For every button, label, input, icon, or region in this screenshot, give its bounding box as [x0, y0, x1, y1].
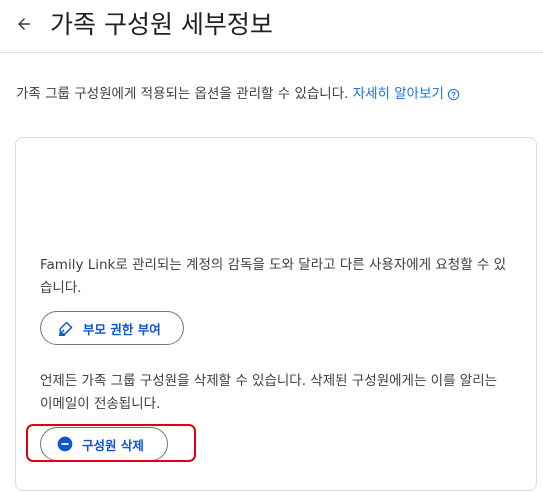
arrow-back-icon [15, 15, 33, 37]
grant-parent-permission-button[interactable]: 부모 권한 부여 [40, 311, 184, 345]
intro-text: 가족 그룹 구성원에게 적용되는 옵션을 관리할 수 있습니다. 자세히 알아보… [16, 84, 460, 104]
help-circle-icon [447, 88, 460, 101]
remove-member-label: 구성원 삭제 [82, 437, 144, 453]
remove-member-description: 언제든 가족 그룹 구성원을 삭제할 수 있습니다. 삭제된 구성원에게는 이를… [40, 373, 498, 412]
remove-circle-icon [57, 436, 73, 452]
grant-parent-permission-label: 부모 권한 부여 [83, 321, 161, 337]
page-title: 가족 구성원 세부정보 [50, 10, 273, 39]
member-options-card: Family Link로 관리되는 계정의 감독을 도와 달라고 다른 사용자에… [15, 137, 537, 491]
learn-more-label: 자세히 알아보기 [352, 86, 444, 102]
back-button[interactable] [10, 12, 38, 40]
page-header: 가족 구성원 세부정보 [0, 0, 543, 53]
family-link-description: Family Link로 관리되는 계정의 감독을 도와 달라고 다른 사용자에… [40, 257, 507, 296]
learn-more-link[interactable]: 자세히 알아보기 [353, 84, 460, 104]
shield-pen-icon [57, 320, 74, 337]
intro-description: 가족 그룹 구성원에게 적용되는 옵션을 관리할 수 있습니다. [16, 86, 353, 102]
remove-member-button[interactable]: 구성원 삭제 [40, 427, 168, 461]
